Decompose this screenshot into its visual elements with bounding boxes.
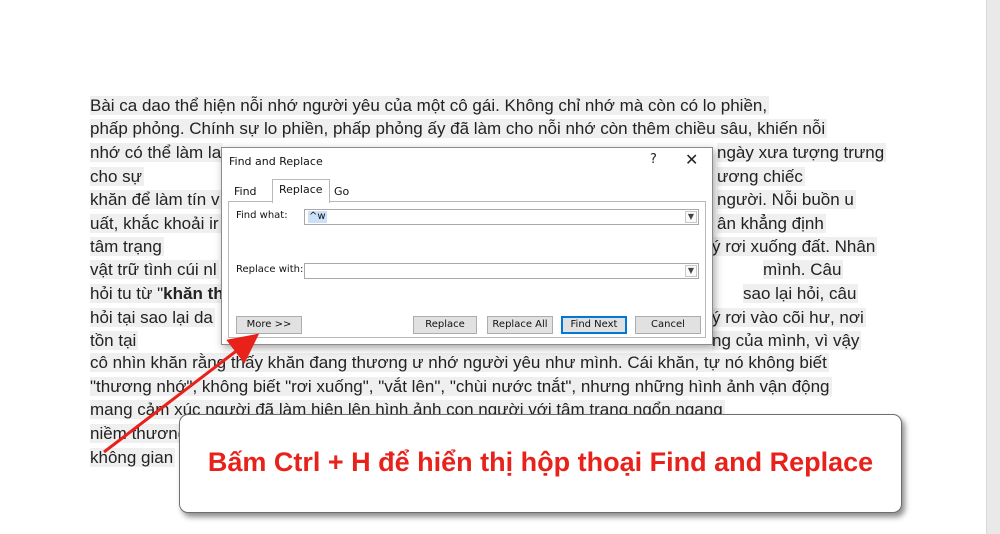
callout-text: Bấm Ctrl + H để hiển thị hộp thoại Find …: [207, 447, 874, 477]
document-page[interactable]: Bài ca dao thể hiện nỗi nhớ người yêu củ…: [0, 0, 986, 534]
instruction-callout: Bấm Ctrl + H để hiển thị hộp thoại Find …: [179, 414, 902, 513]
vertical-scrollbar[interactable]: [986, 0, 1000, 534]
tab-replace[interactable]: Replace: [272, 179, 330, 203]
